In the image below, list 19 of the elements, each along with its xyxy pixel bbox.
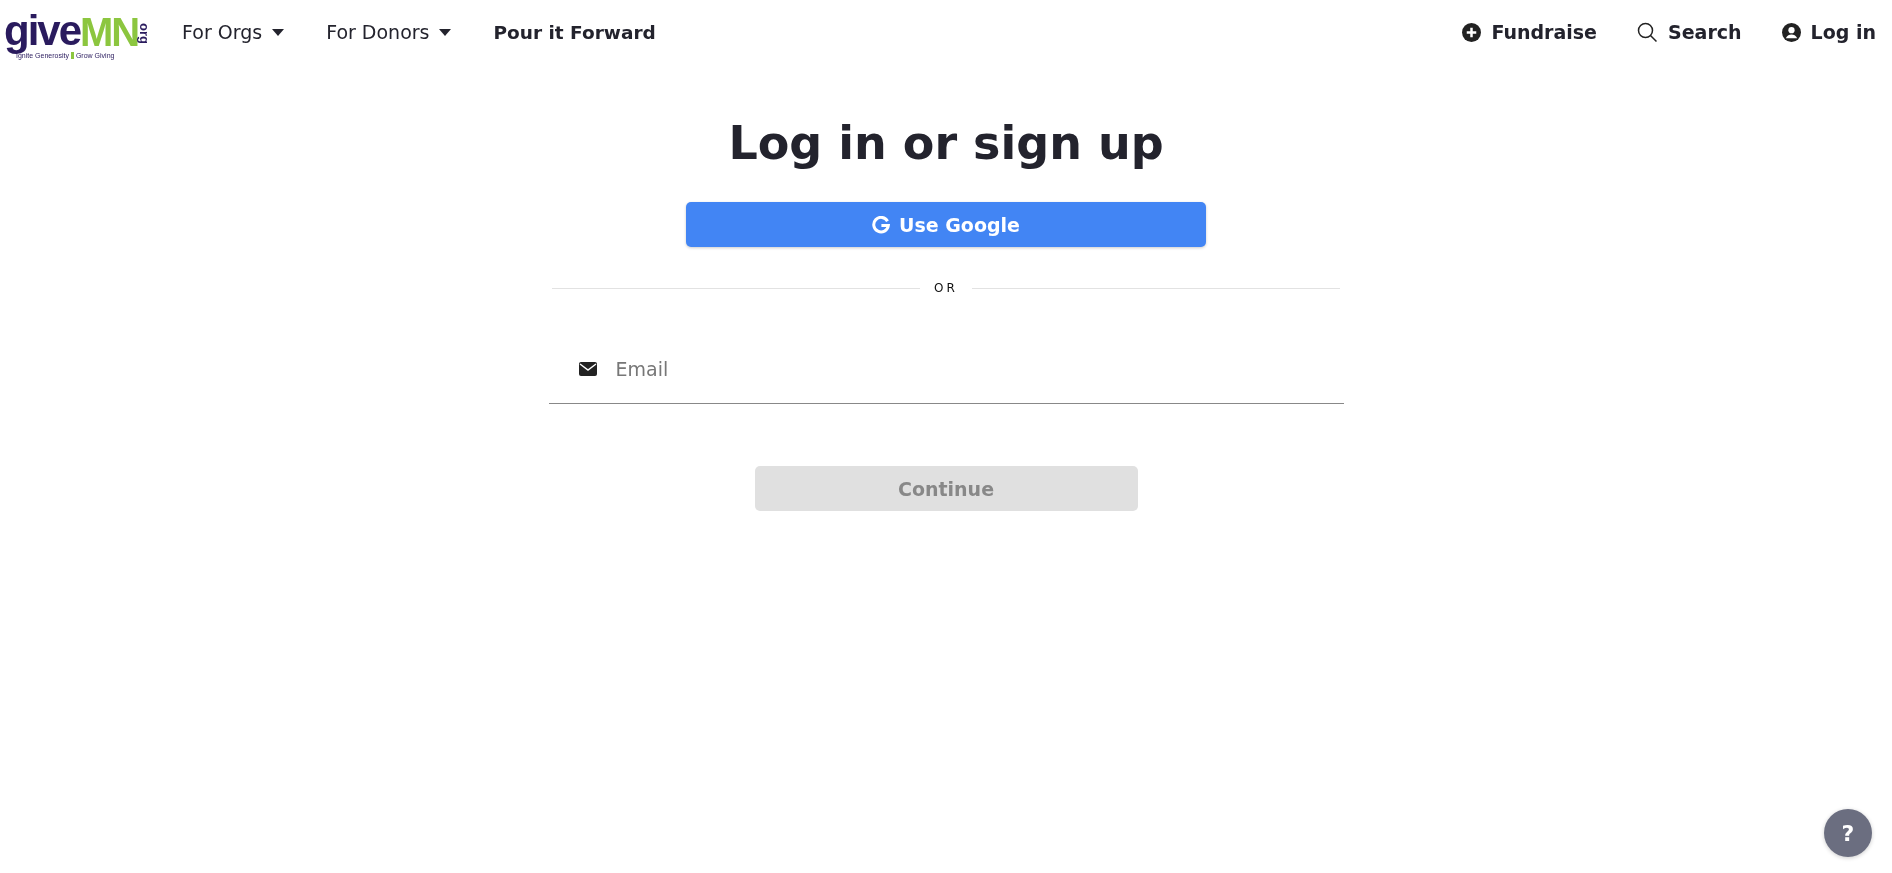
login-link[interactable]: Log in <box>1781 21 1876 43</box>
google-button[interactable]: Use Google <box>686 202 1206 247</box>
plus-circle-icon <box>1462 22 1482 42</box>
fundraise-link[interactable]: Fundraise <box>1462 21 1597 43</box>
google-g-icon <box>872 215 890 234</box>
search-link[interactable]: Search <box>1637 21 1742 43</box>
nav-link[interactable]: Pour it Forward <box>493 21 656 43</box>
email-field[interactable]: Email <box>613 357 1344 381</box>
divider-label: OR <box>934 281 958 295</box>
caret-icon <box>439 28 452 36</box>
envelope-icon <box>578 362 597 376</box>
nav-dropdown[interactable]: For Donors <box>326 21 452 43</box>
search-icon <box>1637 21 1658 43</box>
caret-icon <box>272 28 285 36</box>
nav-dropdown[interactable]: For Orgs <box>182 21 285 43</box>
logo-wordmark[interactable]: org <box>138 22 152 44</box>
help-button[interactable]: ? <box>1824 809 1872 857</box>
logo-wordmark[interactable]: give <box>4 9 81 52</box>
user-icon <box>1781 22 1801 42</box>
